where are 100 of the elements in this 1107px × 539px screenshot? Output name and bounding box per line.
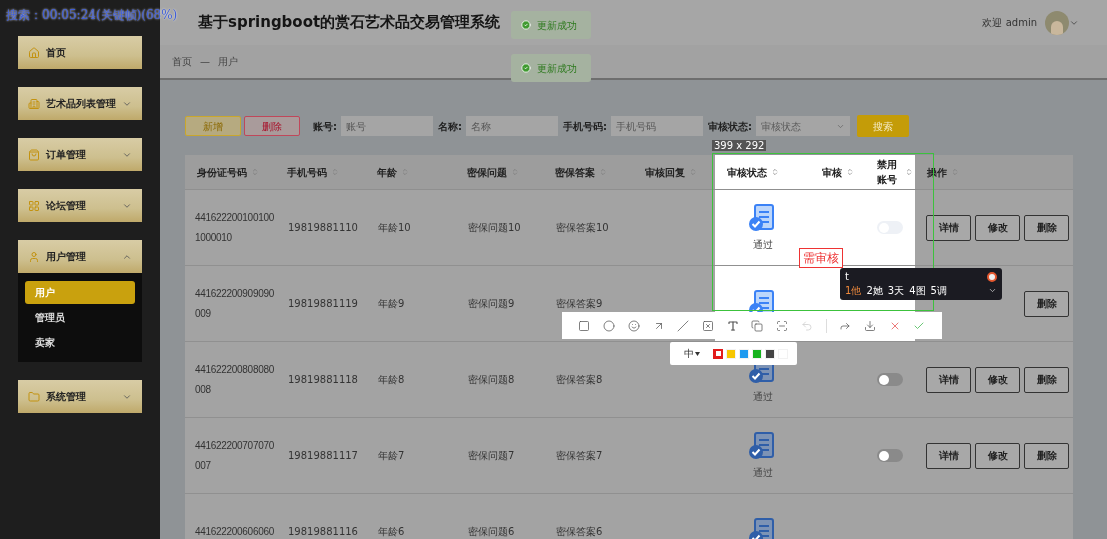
table-cell-text: 441622200909090 009 (195, 286, 274, 321)
search-field[interactable]: 名称 (466, 116, 558, 136)
annotation-text: 需审核 (799, 248, 843, 268)
building-icon (28, 97, 40, 110)
sort-icon[interactable] (771, 168, 779, 176)
color-swatch[interactable] (752, 348, 762, 359)
table-cell-text: 441622200808080 008 (195, 362, 274, 397)
check-circle-icon (521, 63, 531, 73)
filter-label: 审核状态: (708, 119, 752, 134)
text-tool-icon[interactable] (726, 319, 739, 332)
filter-label: 账号: (313, 119, 337, 134)
ime-candidate[interactable]: 5调 (930, 283, 947, 298)
search-field[interactable]: 账号 (341, 116, 433, 136)
table-cell-text: 密保问题10 (468, 220, 521, 235)
mosaic-tool-icon[interactable] (701, 319, 714, 332)
table-cell-text: 密保问题9 (468, 296, 515, 311)
table-cell-text: 年龄9 (378, 296, 405, 311)
row-action-button[interactable]: 删除 (1024, 290, 1069, 317)
sidebar-item[interactable]: 用户管理 (18, 240, 142, 273)
row-action-button[interactable]: 修改 (975, 442, 1020, 469)
toggle-switch[interactable] (877, 373, 903, 386)
copy-icon[interactable] (751, 319, 764, 332)
column-header[interactable]: 审核状态 (727, 164, 767, 180)
column-header[interactable]: 手机号码 (287, 164, 327, 180)
success-toast: 更新成功 (511, 54, 591, 82)
column-header[interactable]: 密保答案 (555, 164, 595, 180)
table-cell-text: 密保答案9 (556, 296, 603, 311)
toggle-switch[interactable] (877, 449, 903, 462)
color-swatch[interactable] (765, 348, 775, 359)
row-action-button[interactable]: 详情 (926, 442, 971, 469)
row-action-button[interactable]: 修改 (975, 214, 1020, 241)
filter-label: 手机号码: (563, 119, 607, 134)
caret-icon (695, 351, 700, 356)
row-action-button[interactable]: 删除 (1024, 214, 1069, 241)
column-header[interactable]: 年龄 (377, 164, 397, 180)
search-field[interactable]: 手机号码 (611, 116, 703, 136)
column-header[interactable]: 禁用账号 (877, 157, 901, 187)
table-cell-text: 密保答案10 (556, 220, 609, 235)
row-action-button[interactable]: 删除 (1024, 366, 1069, 393)
welcome-text: 欢迎 admin (982, 16, 1037, 30)
table-cell-text: 密保答案8 (556, 372, 603, 387)
table-cell-text: 密保问题7 (468, 448, 515, 463)
column-header[interactable]: 审核回复 (645, 164, 685, 180)
download-icon[interactable] (864, 319, 876, 332)
avatar[interactable] (1045, 10, 1069, 35)
house-icon (28, 46, 40, 59)
chevron-down-icon[interactable] (988, 286, 997, 295)
ime-candidate[interactable]: 1他 (845, 283, 862, 298)
sort-icon[interactable] (905, 168, 913, 176)
table-cell-text: 年龄10 (378, 220, 411, 235)
person-icon (28, 250, 40, 263)
row-action-button[interactable]: 详情 (926, 366, 971, 393)
table-cell-text: 年龄6 (378, 524, 405, 539)
ime-candidate[interactable]: 4图 (909, 283, 926, 298)
status-text: 通过 (752, 238, 773, 252)
table-cell-text: 密保问题8 (468, 372, 515, 387)
column-header[interactable]: 身份证号码 (197, 164, 247, 180)
pen-size-select[interactable]: 中 (684, 346, 700, 361)
color-swatch[interactable] (739, 348, 749, 359)
submenu-item[interactable]: 卖家 (25, 331, 135, 354)
breadcrumb-separator: — (200, 55, 210, 69)
ime-input-text: t (845, 271, 849, 282)
table-cell-text: 19819881119 (288, 296, 358, 311)
check-circle-icon (521, 20, 531, 30)
submenu-item[interactable]: 管理员 (25, 306, 135, 329)
table-cell-text: 年龄8 (378, 372, 405, 387)
table-cell-text: 441622200100100 1000010 (195, 210, 274, 245)
scan-icon[interactable] (776, 319, 789, 332)
bag-icon (28, 148, 40, 161)
line-tool-icon[interactable] (677, 319, 690, 332)
sidebar-item[interactable]: 论坛管理 (18, 189, 142, 222)
row-action-button[interactable]: 详情 (926, 214, 971, 241)
breadcrumb-link[interactable]: 首页 (172, 54, 192, 69)
status-text: 通过 (752, 466, 773, 480)
ime-candidate[interactable]: 3天 (887, 283, 905, 298)
sidebar-item[interactable]: 首页 (18, 36, 142, 69)
column-header[interactable]: 密保问题 (467, 164, 507, 180)
row-action-button[interactable]: 修改 (975, 366, 1020, 393)
ime-candidate[interactable]: 2她 (866, 283, 883, 298)
color-swatch[interactable] (726, 348, 736, 359)
column-header[interactable]: 审核 (822, 164, 842, 180)
circle-tool-icon[interactable] (603, 319, 616, 332)
color-swatch[interactable] (713, 348, 723, 359)
selection-size-label: 399 x 292 (712, 140, 767, 151)
smiley-tool-icon[interactable] (627, 319, 640, 332)
breadcrumb-current: 用户 (218, 55, 238, 69)
grid-icon (28, 199, 40, 212)
table-cell-text: 密保问题6 (468, 524, 515, 539)
ime-logo-icon (987, 271, 997, 282)
sidebar-item[interactable]: 艺术品列表管理 (18, 87, 142, 120)
table-cell-text: 441622200606060 (195, 524, 274, 539)
row-action-button[interactable]: 删除 (1024, 442, 1069, 469)
table-cell-text: 19819881110 (288, 220, 358, 235)
sidebar-item[interactable]: 系统管理 (18, 380, 142, 413)
sidebar-item[interactable]: 订单管理 (18, 138, 142, 171)
table-cell-text: 年龄7 (378, 448, 405, 463)
rectangle-tool-icon[interactable] (578, 319, 591, 332)
status-text: 通过 (752, 390, 773, 404)
table-cell-text: 密保答案7 (556, 448, 603, 463)
sort-icon[interactable] (846, 168, 854, 176)
